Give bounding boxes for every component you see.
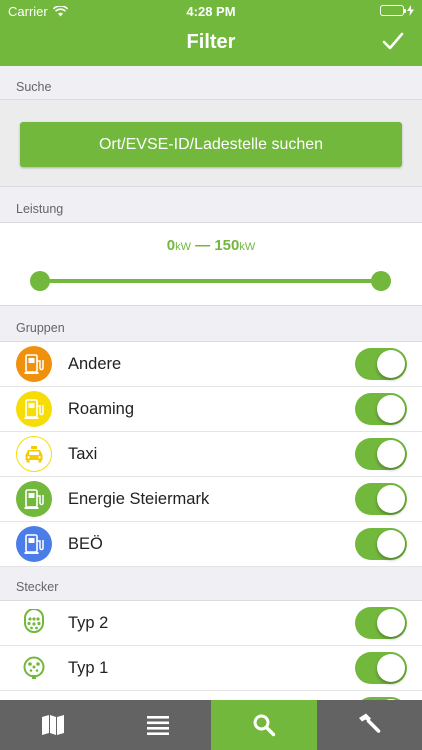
group-label: Taxi [68, 445, 98, 463]
group-toggle-roaming[interactable] [355, 393, 407, 425]
group-row-energie-steiermark: Energie Steiermark [0, 477, 422, 522]
clock: 4:28 PM [186, 4, 236, 19]
group-row-roaming: Roaming [0, 387, 422, 432]
power-slider-max-handle[interactable] [371, 271, 391, 291]
list-icon [147, 716, 170, 735]
plug-row-typ-2: Typ 2 [0, 601, 422, 646]
power-slider-track[interactable] [40, 279, 382, 283]
plug-label: Typ 1 [68, 659, 109, 677]
power-slider-min-handle[interactable] [30, 271, 50, 291]
tab-map[interactable] [0, 700, 106, 750]
range-dash: — [195, 237, 211, 254]
charging-station-icon [16, 481, 52, 517]
power-range-readout: 0kW — 150kW [0, 237, 422, 254]
power-max-value: 150 [214, 237, 240, 254]
plug-row-typ-1: Typ 1 [0, 646, 422, 691]
hammer-icon [359, 713, 381, 733]
charging-station-icon [16, 346, 52, 382]
search-section: Ort/EVSE-ID/Ladestelle suchen [0, 99, 422, 187]
group-toggle-andere[interactable] [355, 348, 407, 380]
section-label-groups: Gruppen [16, 321, 65, 335]
group-label: Roaming [68, 400, 135, 418]
group-toggle-taxi[interactable] [355, 438, 407, 470]
section-label-plugs: Stecker [16, 580, 59, 594]
tab-list[interactable] [106, 700, 212, 750]
group-toggle-beo[interactable] [355, 528, 407, 560]
power-min-unit: kW [175, 241, 191, 253]
power-section: 0kW — 150kW [0, 222, 422, 306]
group-label: Energie Steiermark [68, 490, 210, 508]
power-max-unit: kW [239, 241, 256, 253]
group-row-beo: BEÖ [0, 522, 422, 567]
group-row-andere: Andere [0, 342, 422, 387]
power-min-value: 0 [166, 237, 176, 254]
charging-station-icon [16, 391, 52, 427]
tab-search[interactable] [211, 700, 317, 750]
plug-toggle-typ-2[interactable] [355, 607, 407, 639]
group-row-taxi: Taxi [0, 432, 422, 477]
plug-label: Typ 2 [68, 614, 109, 632]
tab-bar [0, 700, 422, 750]
taxi-icon [16, 436, 52, 472]
status-bar: Carrier 4:28 PM [0, 0, 422, 22]
groups-list: Andere Roaming Taxi Energie Steiermark B… [0, 341, 422, 567]
charging-bolt-icon [407, 5, 414, 16]
battery-icon [380, 5, 406, 16]
type1-plug-icon [23, 656, 45, 679]
type2-plug-icon [24, 609, 44, 633]
group-label: BEÖ [68, 535, 103, 553]
search-icon [253, 714, 275, 737]
page-title: Filter [186, 31, 236, 53]
plug-toggle-typ-1[interactable] [355, 652, 407, 684]
group-toggle-energie-steiermark[interactable] [355, 483, 407, 515]
section-label-power: Leistung [16, 202, 64, 216]
tab-tools[interactable] [317, 700, 422, 750]
nav-header: Carrier 4:28 PM Filter [0, 0, 422, 66]
charging-station-icon [16, 526, 52, 562]
section-label-search: Suche [16, 80, 52, 94]
group-label: Andere [68, 355, 122, 373]
location-search-button[interactable]: Ort/EVSE-ID/Ladestelle suchen [20, 122, 402, 167]
map-icon [41, 715, 64, 735]
checkmark-icon[interactable] [380, 28, 406, 54]
